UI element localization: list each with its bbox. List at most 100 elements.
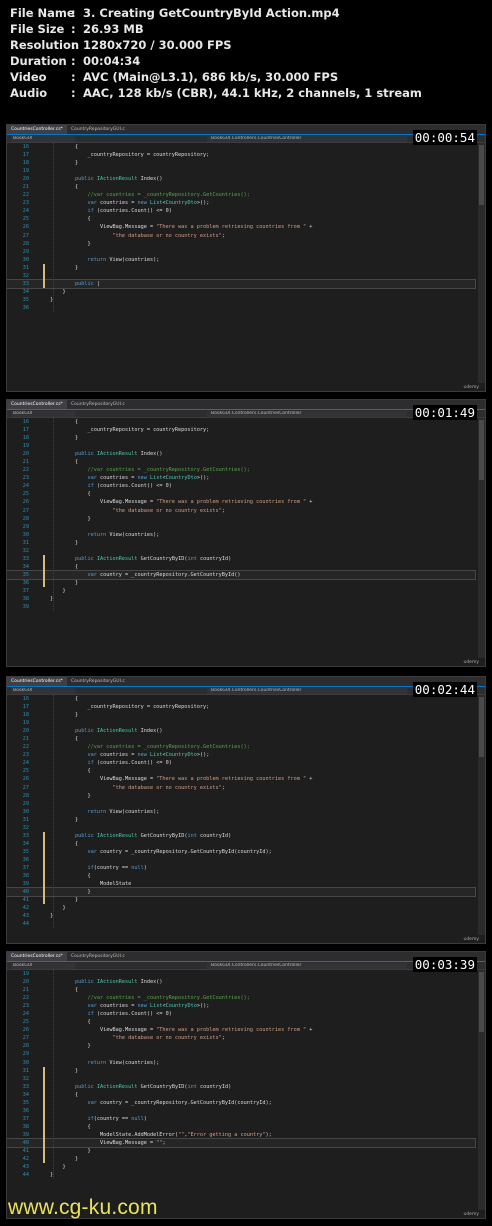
code-line: 34 { <box>7 840 475 848</box>
line-number: 31 <box>22 264 29 271</box>
line-number: 28 <box>22 240 29 247</box>
editor-tab[interactable]: CountriesController.cs* <box>7 400 67 409</box>
site-watermark: www.cg-ku.com <box>8 1196 158 1219</box>
code-text: return View(countries); <box>87 531 160 538</box>
line-number: 35 <box>22 296 29 303</box>
scrollbar-thumb[interactable] <box>479 697 484 757</box>
code-line: 27 "the database or no country exists"; <box>7 232 475 240</box>
code-text: var countries = new List<CountryDto>(); <box>87 752 210 759</box>
info-key: Resolution <box>10 38 80 52</box>
line-number: 32 <box>22 824 29 831</box>
change-marker <box>43 554 45 588</box>
class-dropdown[interactable]: BookGUI.Controllers.CountriesController <box>207 136 407 142</box>
editor-tab[interactable]: CountriesController.cs* <box>7 677 67 686</box>
code-line: 27 "the database or no country exists"; <box>7 507 475 515</box>
code-editor[interactable]: 19 20 public IActionResult Index() 21 {22 … <box>7 970 476 1210</box>
code-line: 21 { <box>7 986 475 994</box>
code-line: 24 if (countries.Count() <= 0) <box>7 482 475 490</box>
code-text: } <box>50 240 91 247</box>
info-key: Duration <box>10 54 67 68</box>
class-dropdown[interactable]: BookGUI.Controllers.CountriesController <box>207 688 407 694</box>
code-line: 39 <box>7 603 475 611</box>
editor-tab[interactable]: CountryRepositoryGUI.cs* <box>67 400 125 409</box>
editor-tab[interactable]: CountryRepositoryGUI.cs* <box>67 677 125 686</box>
scrollbar-thumb[interactable] <box>479 420 484 480</box>
code-line: 27 "the database or no country exists"; <box>7 784 475 792</box>
code-line: 19 <box>7 719 475 727</box>
ide-screenshot-frame: CountriesController.cs* CountryRepository… <box>6 399 486 667</box>
line-number: 20 <box>22 451 29 458</box>
line-number: 44 <box>22 921 29 928</box>
indent-guide <box>53 695 54 929</box>
code-text: return View(countries); <box>87 256 160 263</box>
code-editor[interactable]: 16 {17 _countryRepository = countryRepos… <box>7 695 476 935</box>
editor-tab[interactable]: CountryRepositoryGUI.cs* <box>67 952 125 961</box>
info-row: Audio: AAC, 128 kb/s (CBR), 44.1 kHz, 2 c… <box>10 85 492 101</box>
line-number: 18 <box>22 160 29 167</box>
code-line: 18 } <box>7 159 475 167</box>
line-number: 26 <box>22 499 29 506</box>
class-dropdown[interactable]: BookGUI.Controllers.CountriesController <box>207 411 407 417</box>
line-number: 16 <box>22 144 29 150</box>
vertical-scrollbar[interactable] <box>478 970 485 1210</box>
project-dropdown[interactable]: BookGUI <box>11 136 75 142</box>
code-line: 19 <box>7 442 475 450</box>
vertical-scrollbar[interactable] <box>478 695 485 935</box>
editor-tab[interactable]: CountriesController.cs* <box>7 952 67 961</box>
project-dropdown[interactable]: BookGUI <box>11 688 75 694</box>
editor-tab[interactable]: CountryRepositoryGUI.cs* <box>67 125 125 134</box>
scrollbar-thumb[interactable] <box>479 145 484 205</box>
line-number: 25 <box>22 216 29 223</box>
code-line: 25 { <box>7 767 475 775</box>
info-separator: : <box>71 86 76 100</box>
line-number: 23 <box>22 1003 29 1010</box>
code-line: 37 if(country == null) <box>7 1115 475 1123</box>
code-editor[interactable]: 16 {17 _countryRepository = countryRepos… <box>7 143 476 383</box>
line-number: 40 <box>22 1139 29 1146</box>
scrollbar-thumb[interactable] <box>479 972 484 1032</box>
info-row: Resolution:1280x720 / 30.000 FPS <box>10 37 492 53</box>
line-number: 32 <box>22 1075 29 1082</box>
line-number: 26 <box>22 224 29 231</box>
code-line: 29 <box>7 800 475 808</box>
info-value: 3. Creating GetCountryById Action.mp4 <box>83 6 340 20</box>
ide-screenshot-frame: CountriesController.cs* CountryRepository… <box>6 676 486 944</box>
line-number: 30 <box>22 1059 29 1066</box>
line-number: 21 <box>22 736 29 743</box>
code-text: var country = _countryRepository.GetCoun… <box>87 1099 272 1106</box>
vertical-scrollbar[interactable] <box>478 418 485 658</box>
vertical-scrollbar[interactable] <box>478 143 485 383</box>
code-text: if (countries.Count() <= 0) <box>87 208 172 215</box>
indent-guide <box>53 970 54 1180</box>
info-value: 1280x720 / 30.000 FPS <box>83 38 232 52</box>
line-number: 42 <box>22 1156 29 1163</box>
line-number: 16 <box>22 696 29 702</box>
code-line: 31 } <box>7 816 475 824</box>
code-line: 30 return View(countries); <box>7 1059 475 1067</box>
code-line: 31 } <box>7 264 475 272</box>
code-line: 19 <box>7 970 475 978</box>
code-line: 16 { <box>7 695 475 703</box>
code-text: { <box>50 419 79 425</box>
code-line: 28 } <box>7 1042 475 1050</box>
code-line: 26 ViewBag.Message = "There was a proble… <box>7 775 475 783</box>
code-editor[interactable]: 16 {17 _countryRepository = countryRepos… <box>7 418 476 658</box>
code-line: 44 <box>7 920 475 928</box>
line-number: 21 <box>22 184 29 191</box>
info-key: Audio <box>10 86 48 100</box>
code-line: 27 "the database or no country exists"; <box>7 1034 475 1042</box>
line-number: 37 <box>22 587 29 594</box>
class-dropdown[interactable]: BookGUI.Controllers.CountriesController <box>207 963 407 969</box>
code-line: 21 { <box>7 458 475 466</box>
line-number: 30 <box>22 808 29 815</box>
code-text: if (countries.Count() <= 0) <box>87 483 172 490</box>
code-line: 23 var countries = new List<CountryDto>(… <box>7 199 475 207</box>
project-dropdown[interactable]: BookGUI <box>11 411 75 417</box>
code-line: 28 } <box>7 792 475 800</box>
info-separator: : <box>71 70 76 84</box>
code-line: 35 var country = _countryRepository.GetC… <box>7 1099 475 1107</box>
project-dropdown[interactable]: BookGUI <box>11 963 75 969</box>
code-text: "the database or no country exists"; <box>112 507 225 514</box>
code-line: 25 { <box>7 490 475 498</box>
editor-tab[interactable]: CountriesController.cs* <box>7 125 67 134</box>
